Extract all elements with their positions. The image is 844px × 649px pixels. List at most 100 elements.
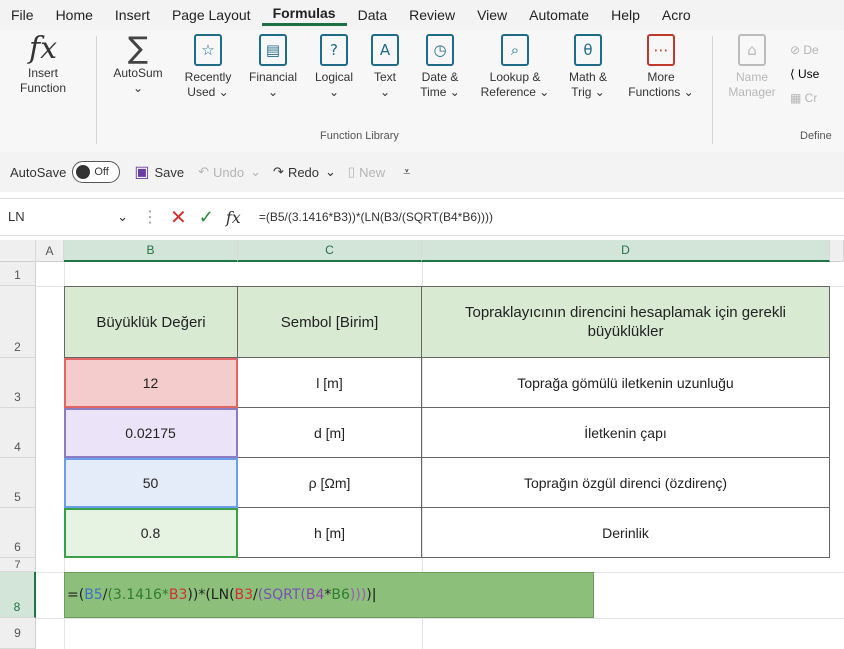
autosave-toggle[interactable]: Off [72, 161, 121, 183]
create-label: Cr [804, 91, 818, 105]
menu-view[interactable]: View [466, 7, 518, 23]
column-header-a[interactable]: A [36, 240, 64, 262]
formula-token: B6 [331, 587, 350, 603]
menu-page-layout[interactable]: Page Layout [161, 7, 262, 23]
formula-token: * [324, 587, 332, 603]
more-functions-button[interactable]: ⋯ More Functions ⌄ [620, 34, 702, 100]
math-trig-button[interactable]: θ Math & Trig ⌄ [560, 34, 616, 100]
insert-function-button[interactable]: fx Insert Function [12, 33, 74, 96]
symbol-cell[interactable]: ρ [Ωm] [238, 458, 422, 508]
value-cell[interactable]: 50 [64, 458, 238, 508]
save-button[interactable]: ▣ Save [134, 162, 184, 182]
formula-token: =( [67, 587, 85, 603]
toggle-state: Off [94, 166, 109, 178]
row-header-2[interactable]: 2 [0, 286, 36, 358]
table-header-description[interactable]: Topraklayıcının direncini hesaplamak içi… [422, 286, 830, 358]
table-header-symbol[interactable]: Sembol [Birim] [238, 286, 422, 358]
financial-button[interactable]: ▤ Financial ⌄ [242, 34, 304, 100]
text-caret: | [371, 587, 377, 603]
math-trig-label-2: Trig ⌄ [571, 85, 605, 99]
recently-used-label-1: Recently [184, 70, 232, 84]
new-button[interactable]: ▯ New [348, 164, 385, 180]
logical-button[interactable]: ? Logical ⌄ [306, 34, 362, 100]
row-header-3[interactable]: 3 [0, 358, 36, 408]
value-cell[interactable]: 12 [64, 358, 238, 408]
lookup-reference-button[interactable]: ⌕ Lookup & Reference ⌄ [474, 34, 556, 100]
customize-qat-icon[interactable]: ⩡ [403, 164, 410, 180]
row-header-1[interactable]: 1 [0, 262, 36, 286]
autosave-label: AutoSave [10, 164, 67, 180]
description-cell[interactable]: Toprağa gömülü iletkenin uzunluğu [422, 358, 830, 408]
theta-icon: θ [574, 34, 602, 66]
autosum-button[interactable]: ∑ AutoSum ⌄ [106, 33, 170, 96]
formula-token: B3 [168, 587, 188, 603]
select-all-corner[interactable] [0, 240, 36, 262]
undo-button[interactable]: ↶ Undo ⌄ [198, 164, 261, 180]
create-icon: ▦ [790, 91, 805, 105]
use-in-formula-button[interactable]: ⟨ Use [790, 62, 819, 86]
menu-formulas[interactable]: Formulas [261, 5, 347, 26]
ribbon: fx Insert Function ∑ AutoSum ⌄ ☆ Recentl… [0, 30, 844, 153]
symbol-cell[interactable]: d [m] [238, 408, 422, 458]
row-header-7[interactable]: 7 [0, 558, 36, 572]
name-manager-button[interactable]: ⌂ Name Manager [724, 34, 780, 100]
menu-review[interactable]: Review [398, 7, 466, 23]
symbol-cell[interactable]: h [m] [238, 508, 422, 558]
date-time-button[interactable]: ◷ Date & Time ⌄ [412, 34, 468, 100]
name-manager-label-1: Name [735, 70, 768, 84]
name-box[interactable]: LN ⌄ [0, 209, 128, 225]
menu-help[interactable]: Help [600, 7, 651, 23]
text-button[interactable]: A Text ⌄ [364, 34, 406, 100]
menu-bar: File Home Insert Page Layout Formulas Da… [0, 0, 844, 30]
row-header-5[interactable]: 5 [0, 458, 36, 508]
menu-insert[interactable]: Insert [104, 7, 161, 23]
group-separator [712, 36, 713, 144]
chevron-down-icon: ⌄ [117, 209, 128, 224]
menu-automate[interactable]: Automate [518, 7, 600, 23]
magnifier-icon: ⌕ [501, 34, 529, 66]
table-header-description-text: Topraklayıcının direncini hesaplamak içi… [465, 304, 786, 340]
formula-token: ))) [349, 587, 367, 603]
group-label-defined-names: Define [800, 130, 832, 142]
table-header-value[interactable]: Büyüklük Değeri [64, 286, 238, 358]
redo-button[interactable]: ↷ Redo ⌄ [273, 164, 336, 180]
table-header-value-text: Büyüklük Değeri [96, 313, 206, 331]
row-header-4[interactable]: 4 [0, 408, 36, 458]
column-header-e[interactable] [830, 240, 844, 262]
save-label: Save [154, 164, 185, 180]
row-header-9[interactable]: 9 [0, 618, 36, 649]
lookup-reference-label-1: Lookup & [489, 70, 541, 84]
symbol-cell[interactable]: l [m] [238, 358, 422, 408]
enter-check-icon[interactable]: ✓ [199, 207, 214, 228]
menu-file[interactable]: File [0, 7, 45, 23]
menu-home[interactable]: Home [45, 7, 104, 23]
row-header-6[interactable]: 6 [0, 508, 36, 558]
autosave-control[interactable]: AutoSave Off [10, 161, 121, 183]
value-cell[interactable]: 0.8 [64, 508, 238, 558]
create-from-selection-button[interactable]: ▦ Cr [790, 86, 819, 110]
insert-function-fx-icon[interactable]: fx [226, 208, 241, 227]
row-header-8[interactable]: 8 [0, 572, 36, 618]
formula-input[interactable]: =(B5/(3.1416*B3))*(LN(B3/(SQRT(B4*B6)))) [259, 210, 493, 224]
description-cell[interactable]: Derinlik [422, 508, 830, 558]
active-cell-editor[interactable]: =(B5/(3.1416* B3))*(LN(B3/(SQRT(B4 * B6))))… [64, 572, 594, 618]
question-icon: ? [320, 34, 348, 66]
formula-token: ))*(LN( [187, 587, 235, 603]
menu-acrobat[interactable]: Acro [651, 7, 702, 23]
insert-function-label-2: Function [19, 81, 67, 95]
formula-token: (SQRT( [257, 587, 306, 603]
recently-used-button[interactable]: ☆ Recently Used ⌄ [176, 34, 240, 100]
column-header-b[interactable]: B [64, 240, 238, 262]
column-header-d[interactable]: D [422, 240, 830, 262]
column-header-c[interactable]: C [238, 240, 422, 262]
cancel-icon[interactable]: ✕ [170, 205, 187, 230]
date-time-label-2: Time ⌄ [420, 85, 460, 99]
define-name-button[interactable]: ⊘ De [790, 38, 819, 62]
menu-data[interactable]: Data [347, 7, 399, 23]
lookup-reference-label-2: Reference ⌄ [480, 85, 550, 99]
value-cell[interactable]: 0.02175 [64, 408, 238, 458]
formula-bar: LN ⌄ ⋮ ✕ ✓ fx =(B5/(3.1416*B3))*(LN(B3/(… [0, 198, 844, 236]
formula-token: B3 [234, 587, 254, 603]
description-cell[interactable]: İletkenin çapı [422, 408, 830, 458]
description-cell[interactable]: Toprağın özgül direnci (özdirenç) [422, 458, 830, 508]
